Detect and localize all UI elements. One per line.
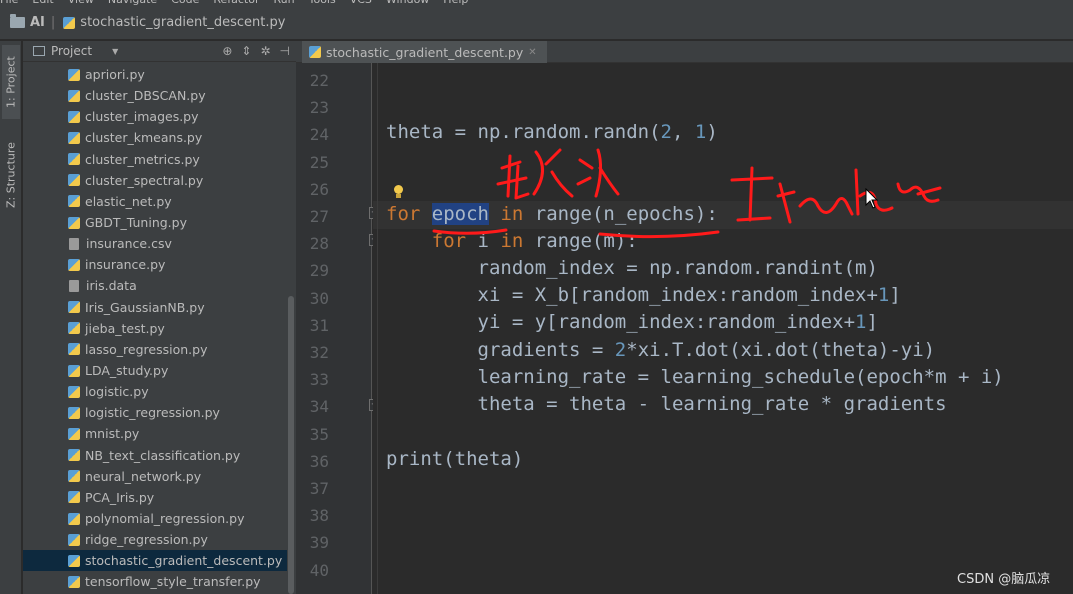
underline-n-epochs <box>598 230 720 239</box>
mouse-cursor-icon <box>865 188 879 209</box>
handwriting-stroke <box>776 182 796 224</box>
handwritten-annotations <box>432 148 942 239</box>
handwriting-stroke <box>496 154 530 200</box>
watermark: CSDN @脑瓜凉 <box>957 572 1051 587</box>
handwriting-stroke <box>576 148 620 198</box>
handwriting-stroke <box>798 197 854 216</box>
handwriting-stroke <box>730 166 774 222</box>
underline-epoch <box>432 228 508 235</box>
handwriting-stroke <box>896 182 942 203</box>
handwriting-stroke <box>532 148 574 198</box>
